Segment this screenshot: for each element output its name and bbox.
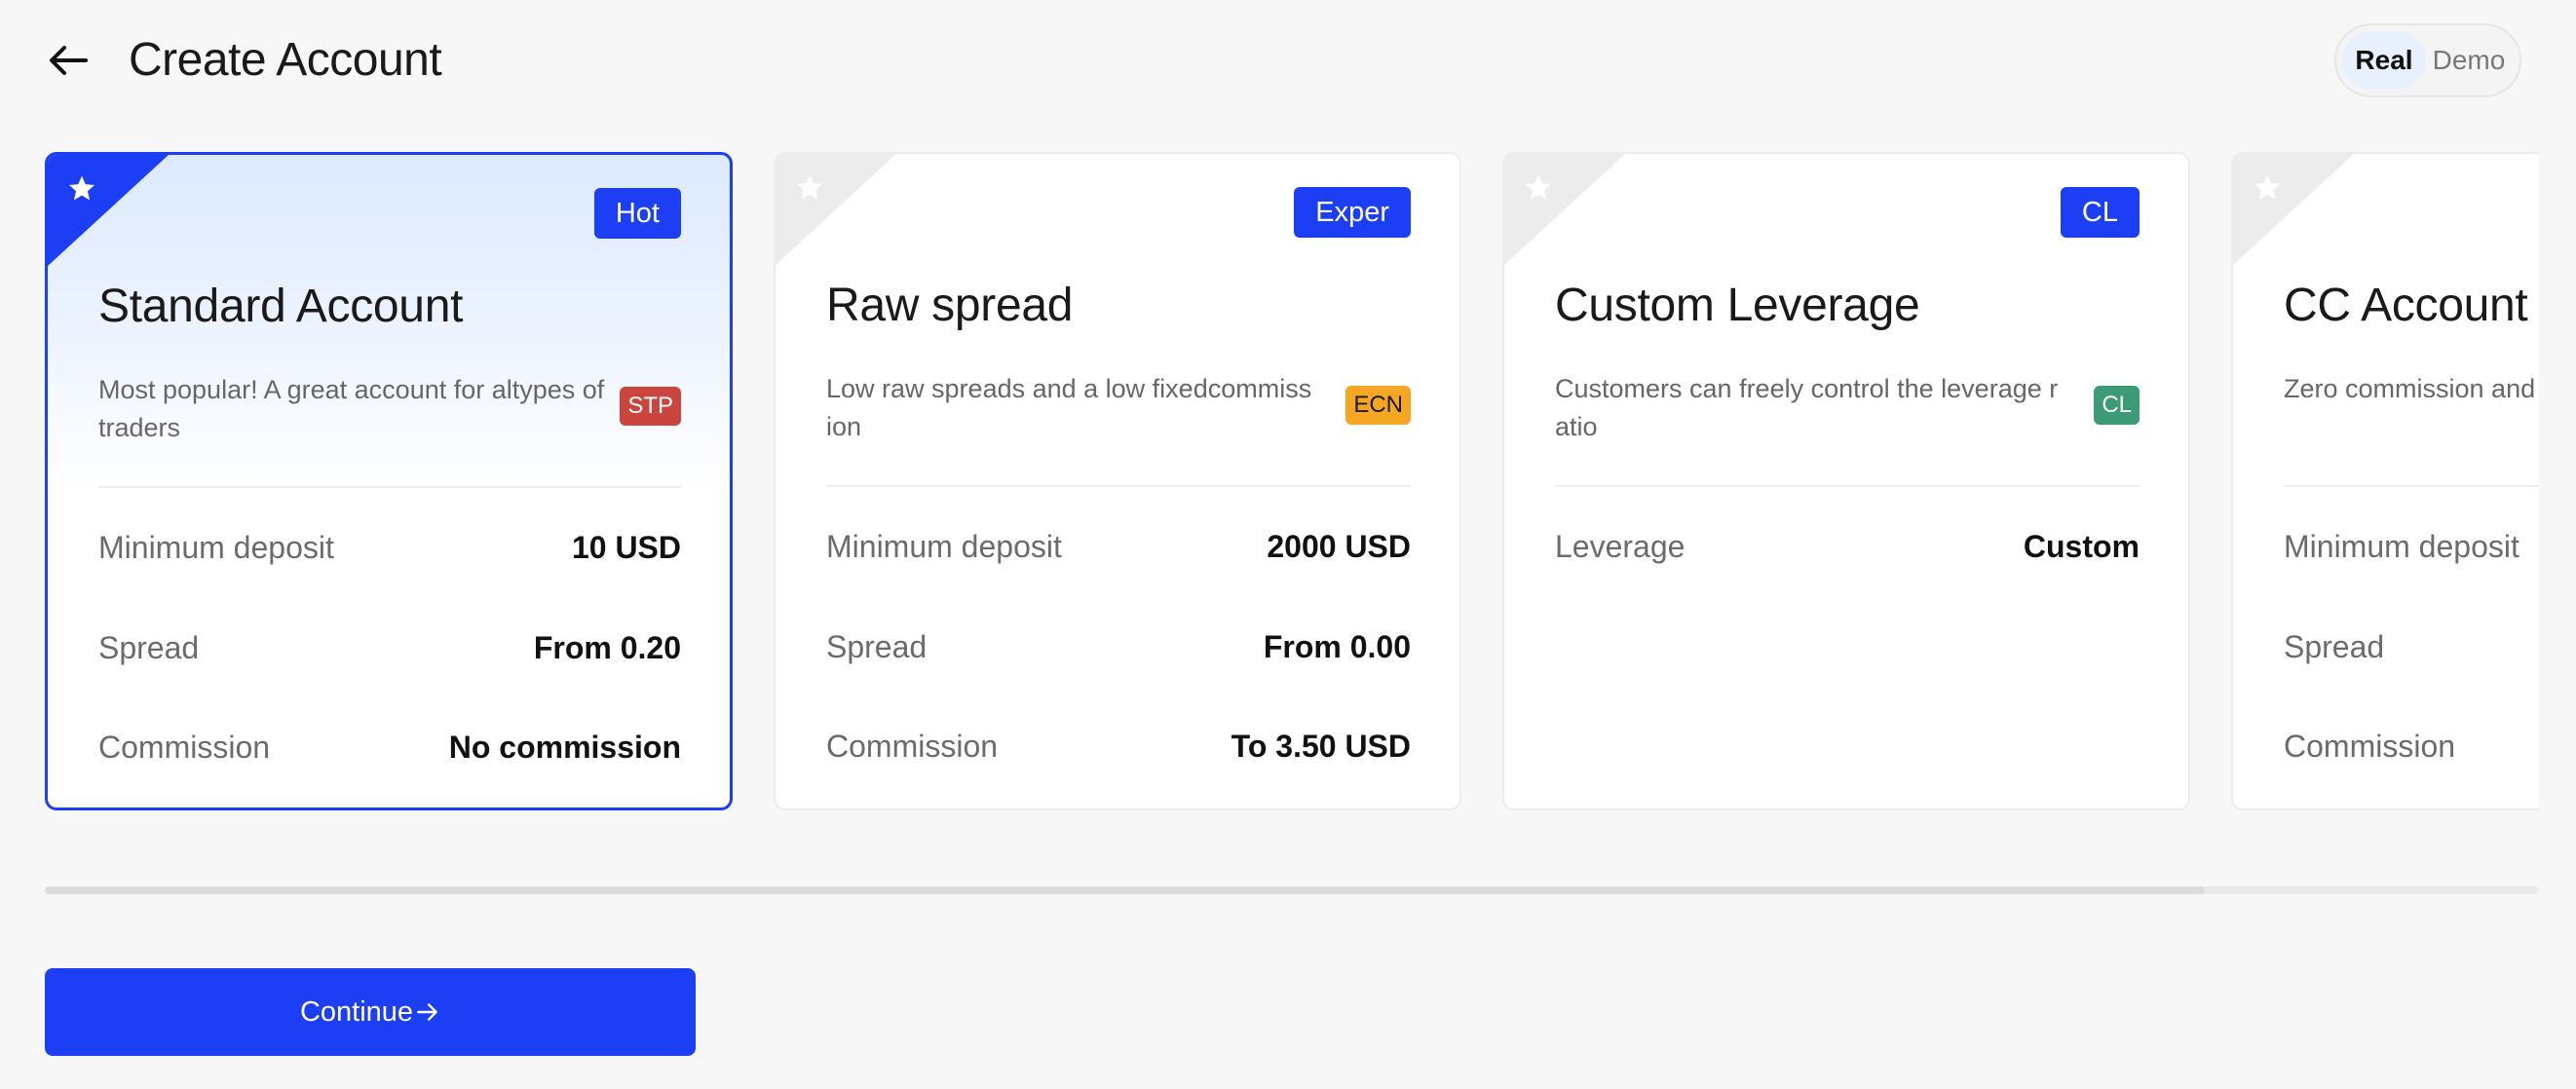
scrollbar-thumb[interactable] [45,886,2205,894]
spec-label: Spread [2284,628,2385,664]
star-icon [1525,174,1552,200]
spec-value: From 0.00 [1263,628,1411,664]
spec-value: 10 USD [571,529,681,565]
spec-row: Spread From 0.20 [98,624,681,671]
spec-value: No commission [448,729,681,765]
spec-row: Commission No commission [98,724,681,770]
divider [826,485,1411,487]
spec-label: Commission [2284,728,2456,764]
card-description: Customers can freely control the leverag… [1555,374,2059,441]
account-type-badge: STP [620,387,681,426]
star-icon [2254,174,2281,200]
spec-row: Commission [2284,723,2539,770]
spec-row: Leverage Custom [1555,523,2140,570]
divider [98,486,681,488]
account-card-raw-spread[interactable]: Exper Raw spread Low raw spreads and a l… [774,152,1461,810]
spec-row: Minimum deposit 10 USD [98,524,681,571]
card-description: Zero commission and th instant or market… [2284,374,2539,403]
page-title: Create Account [129,34,442,86]
card-tag: Exper [1294,187,1411,238]
mode-option-demo[interactable]: Demo [2426,31,2512,90]
account-cards-carousel[interactable]: Hot Standard Account Most popular! A gre… [45,152,2539,814]
account-card-cc[interactable]: CC Account Zero commission and th instan… [2231,152,2539,810]
horizontal-scrollbar[interactable] [45,886,2539,894]
star-icon [68,175,95,201]
card-title: CC Account [2284,280,2528,331]
account-card-standard[interactable]: Hot Standard Account Most popular! A gre… [45,152,733,810]
account-type-badge: ECN [1345,386,1411,425]
spec-value: To 3.50 USD [1231,728,1411,764]
card-tag: Hot [593,188,681,239]
spec-label: Leverage [1555,528,1686,564]
card-description: Low raw spreads and a low fixedcommiss i… [826,374,1312,441]
back-button[interactable] [43,35,94,86]
account-mode-toggle[interactable]: Real Demo [2334,23,2521,97]
account-type-badge: CL [2094,386,2140,425]
spec-label: Minimum deposit [826,528,1062,564]
spec-row: Minimum deposit 2000 USD [826,523,1411,570]
continue-label: Continue [299,995,414,1028]
header: Create Account Real Demo [0,0,2576,125]
continue-button[interactable]: Continue [45,968,696,1056]
spec-value: 2000 USD [1267,528,1411,564]
card-title: Custom Leverage [1555,280,1920,331]
spec-label: Minimum deposit [2284,528,2519,564]
spec-label: Commission [98,729,271,765]
spec-label: Spread [826,628,928,664]
card-tag: CL [2060,187,2140,238]
spec-label: Commission [826,728,999,764]
card-description: Most popular! A great account for altype… [98,375,605,442]
spec-row: Minimum deposit [2284,523,2539,570]
spec-value: From 0.20 [533,629,681,665]
divider [2284,485,2539,487]
account-card-custom-leverage[interactable]: CL Custom Leverage Customers can freely … [1502,152,2190,810]
divider [1555,485,2140,487]
spec-label: Spread [98,629,200,665]
spec-row: Spread [2284,623,2539,670]
spec-label: Minimum deposit [98,529,334,565]
card-title: Raw spread [826,280,1074,331]
spec-value: Custom [2023,528,2140,564]
mode-option-real[interactable]: Real [2342,31,2426,90]
star-icon [796,174,823,200]
card-title: Standard Account [98,281,464,332]
arrow-right-icon [417,1003,437,1021]
spec-row: Commission To 3.50 USD [826,723,1411,770]
spec-row: Spread From 0.00 [826,623,1411,670]
arrow-left-icon [50,46,88,75]
